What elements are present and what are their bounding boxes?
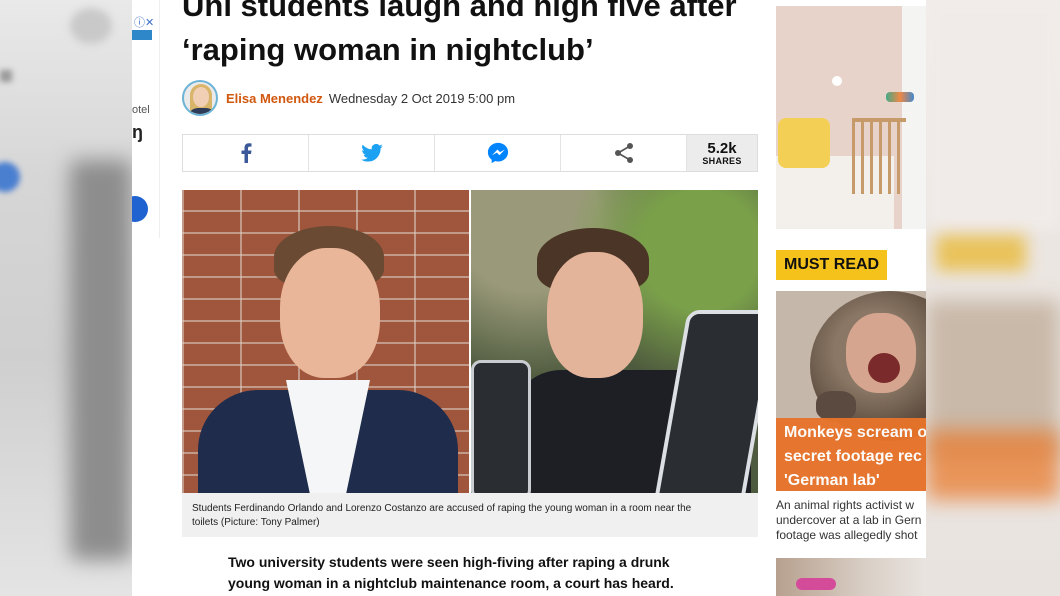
- share-count-label: SHARES: [702, 155, 742, 166]
- next-story-thumbnail[interactable]: [776, 558, 926, 596]
- headline-line-2: ‘raping woman in nightclub’: [182, 32, 594, 67]
- facebook-icon: [241, 143, 251, 163]
- article-headline: Uni students laugh and high five after ‘…: [182, 0, 776, 72]
- teaser-line-1: An animal rights activist w: [776, 498, 915, 512]
- article-photo[interactable]: [182, 190, 758, 493]
- must-read-story-title[interactable]: Monkeys scream o secret footage rec 'Ger…: [776, 418, 926, 491]
- caption-line-1: Students Ferdinando Orlando and Lorenzo …: [192, 503, 692, 514]
- photo-right-student: [471, 190, 758, 493]
- blurred-background-right: [926, 0, 1060, 596]
- story-title-line-3: 'German lab': [784, 472, 880, 489]
- blurred-background-left: [0, 0, 132, 596]
- lead-line-2: young woman in a nightclub maintenance r…: [228, 575, 674, 591]
- messenger-share-button[interactable]: [435, 135, 561, 171]
- more-share-button[interactable]: [561, 135, 687, 171]
- must-read-story-image[interactable]: Monkeys scream o secret footage rec 'Ger…: [776, 291, 926, 491]
- twitter-icon: [360, 144, 383, 162]
- ad-banner-bar: [132, 30, 152, 40]
- author-name-link[interactable]: Elisa Menendez: [226, 91, 323, 106]
- headline-line-1: Uni students laugh and high five after: [182, 0, 737, 23]
- share-count-number: 5.2k: [707, 139, 737, 157]
- ad-large-text: ŋ: [132, 122, 143, 142]
- share-count: 5.2k SHARES: [687, 135, 757, 171]
- story-title-line-2: secret footage rec: [784, 448, 922, 465]
- publish-date: Wednesday 2 Oct 2019 5:00 pm: [328, 90, 516, 106]
- must-read-story-teaser[interactable]: An animal rights activist w undercover a…: [776, 498, 926, 543]
- facebook-share-button[interactable]: [183, 135, 309, 171]
- share-icon: [614, 143, 633, 163]
- messenger-icon: [487, 142, 508, 164]
- ad-text: otel: [132, 104, 150, 116]
- ad-button[interactable]: [132, 196, 148, 222]
- photo-caption: Students Ferdinando Orlando and Lorenzo …: [182, 493, 758, 537]
- twitter-share-button[interactable]: [309, 135, 435, 171]
- story-title-line-1: Monkeys scream o: [784, 424, 926, 441]
- right-sidebar: MUST READ Monkeys scream o secret footag…: [776, 0, 926, 596]
- lead-line-1: Two university students were seen high-f…: [228, 554, 670, 570]
- must-read-heading: MUST READ: [776, 250, 888, 280]
- caption-line-2: toilets (Picture: Tony Palmer): [192, 517, 320, 528]
- teaser-line-3: footage was allegedly shot: [776, 528, 918, 542]
- advertisement[interactable]: ⓘ✕ otel ŋ: [132, 0, 160, 238]
- article-main: Uni students laugh and high five after ‘…: [160, 0, 776, 596]
- article-lead: Two university students were seen high-f…: [228, 552, 718, 594]
- ad-close-icon[interactable]: ⓘ✕: [134, 14, 154, 30]
- share-bar: 5.2k SHARES: [182, 134, 758, 172]
- byline: Elisa Menendez Wednesday 2 Oct 2019 5:00…: [182, 80, 515, 116]
- teaser-line-2: undercover at a lab in Gern: [776, 513, 922, 527]
- sidebar-ad-image[interactable]: [776, 6, 926, 229]
- author-avatar[interactable]: [182, 80, 218, 116]
- photo-left-student: [182, 190, 469, 493]
